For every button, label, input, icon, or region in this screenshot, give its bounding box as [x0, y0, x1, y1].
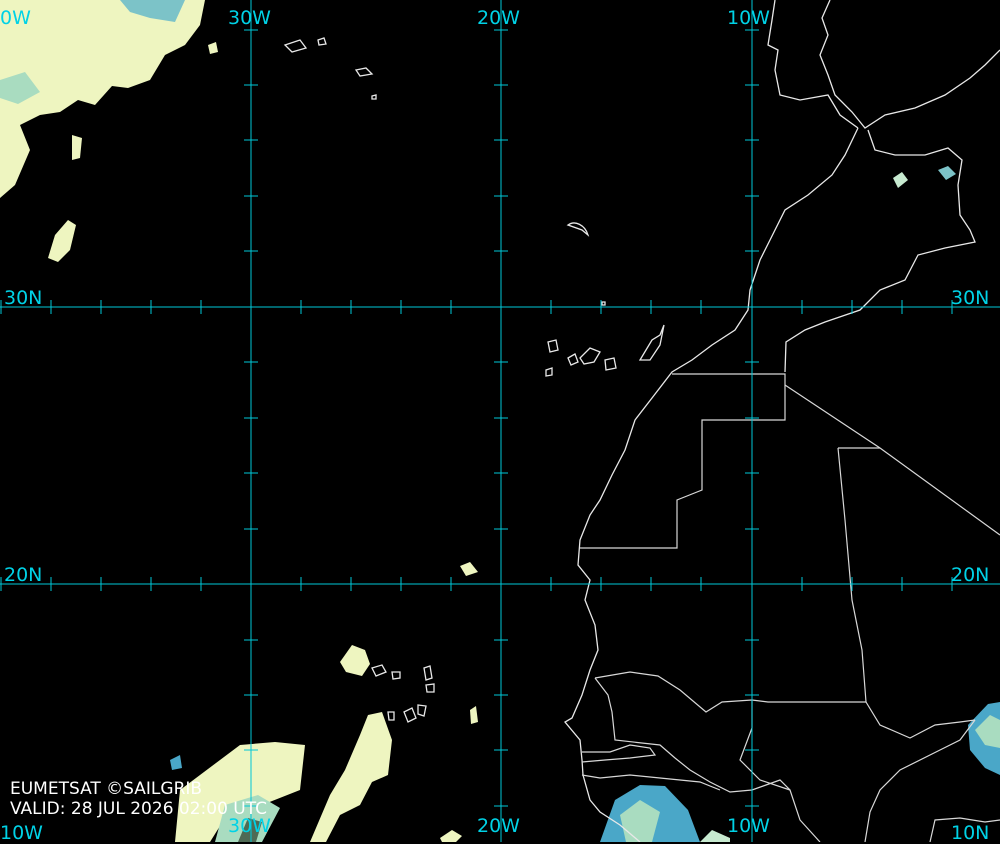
satellite-map	[0, 0, 1000, 842]
lon-label-bottom-1: 30W	[228, 815, 271, 837]
lon-label-top-3: 10W	[727, 7, 770, 29]
credit-text: EUMETSAT ©SAILGRIB	[10, 779, 203, 799]
lat-label-right-1: 20N	[951, 564, 990, 586]
lon-label-top-2: 20W	[477, 7, 520, 29]
lat-label-right-2: 10N	[951, 822, 990, 844]
lat-label-left-0: 30N	[4, 287, 43, 309]
lon-label-top-1: 30W	[228, 7, 271, 29]
valid-time: VALID: 28 JUL 2026 02:00 UTC	[10, 799, 268, 819]
lat-label-left-1: 20N	[4, 564, 43, 586]
lon-label-top-0: 0W	[0, 7, 31, 29]
lat-label-right-0: 30N	[951, 287, 990, 309]
lon-label-bottom-2: 20W	[477, 815, 520, 837]
lon-label-bottom-0: 10W	[0, 822, 43, 844]
lon-label-bottom-3: 10W	[727, 815, 770, 837]
